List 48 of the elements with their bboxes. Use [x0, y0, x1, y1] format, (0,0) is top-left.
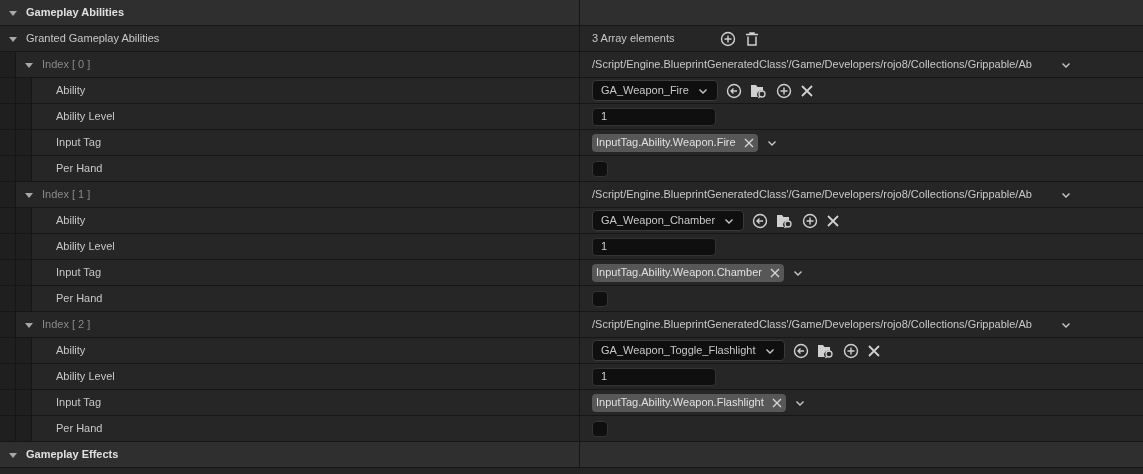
- property-label: Ability Level: [55, 109, 115, 125]
- array-count: 3 Array elements: [592, 31, 676, 47]
- gameplay-tag[interactable]: InputTag.Ability.Weapon.Chamber: [592, 263, 784, 282]
- add-icon[interactable]: [802, 212, 819, 229]
- index-label: Index [ 1 ]: [42, 187, 91, 203]
- index-label: Index [ 0 ]: [42, 57, 91, 73]
- number-field[interactable]: 1: [592, 107, 716, 126]
- folder-search-icon[interactable]: [816, 342, 835, 359]
- add-icon[interactable]: [842, 342, 859, 359]
- property-label: Ability: [55, 343, 86, 359]
- checkbox[interactable]: [592, 420, 608, 437]
- close-icon[interactable]: [743, 137, 754, 148]
- property-label: Input Tag: [55, 265, 102, 281]
- property-label: Ability Level: [55, 239, 115, 255]
- property-label: Input Tag: [55, 395, 102, 411]
- property-label: Ability Level: [55, 369, 115, 385]
- asset-dropdown[interactable]: GA_Weapon_Toggle_Flashlight: [592, 340, 785, 361]
- close-icon[interactable]: [866, 343, 881, 358]
- property-label: Granted Gameplay Abilities: [26, 31, 160, 47]
- class-path: /Script/Engine.BlueprintGeneratedClass'/Game/Developers/rojo8/Collections/Grippable/Ab: [592, 317, 1033, 333]
- trash-icon[interactable]: [744, 30, 760, 47]
- close-icon[interactable]: [799, 83, 814, 98]
- property-label: Per Hand: [55, 161, 103, 177]
- close-icon[interactable]: [771, 397, 782, 408]
- number-field[interactable]: 1: [592, 367, 716, 386]
- property-label: Ability: [55, 213, 86, 229]
- checkbox[interactable]: [592, 290, 608, 307]
- checkbox[interactable]: [592, 160, 608, 177]
- close-icon[interactable]: [769, 267, 780, 278]
- property-label: Ability: [55, 83, 86, 99]
- property-label: Input Tag: [55, 135, 102, 151]
- gameplay-tag[interactable]: InputTag.Ability.Weapon.Fire: [592, 133, 758, 152]
- add-icon[interactable]: [775, 82, 792, 99]
- number-field[interactable]: 1: [592, 237, 716, 256]
- index-label: Index [ 2 ]: [42, 317, 91, 333]
- asset-dropdown[interactable]: GA_Weapon_Fire: [592, 80, 718, 101]
- gameplay-tag[interactable]: InputTag.Ability.Weapon.Flashlight: [592, 393, 786, 412]
- add-icon[interactable]: [720, 30, 736, 47]
- asset-dropdown[interactable]: GA_Weapon_Chamber: [592, 210, 745, 231]
- property-label: Per Hand: [55, 291, 103, 307]
- class-path: /Script/Engine.BlueprintGeneratedClass'/Game/Developers/rojo8/Collections/Grippable/Ab: [592, 187, 1033, 203]
- property-label: Per Hand: [55, 421, 103, 437]
- section-title: Gameplay Effects: [26, 447, 119, 463]
- folder-search-icon[interactable]: [749, 82, 768, 99]
- section-title: Gameplay Abilities: [26, 5, 125, 21]
- folder-search-icon[interactable]: [776, 212, 795, 229]
- close-icon[interactable]: [826, 213, 841, 228]
- class-path: /Script/Engine.BlueprintGeneratedClass'/Game/Developers/rojo8/Collections/Grippable/Ab: [592, 57, 1033, 73]
